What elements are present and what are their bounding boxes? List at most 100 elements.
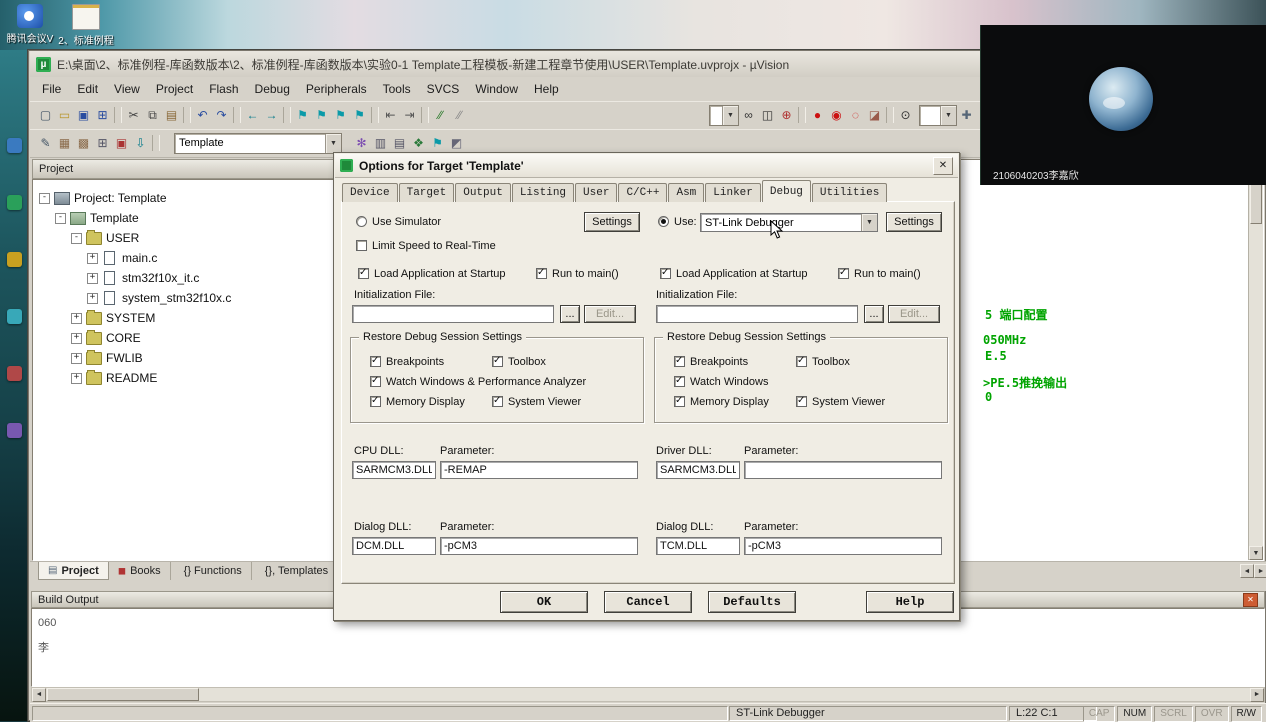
quick-find-combo[interactable] — [709, 104, 739, 126]
chevron-down-icon[interactable] — [722, 105, 738, 125]
books-window-icon[interactable]: ▤ — [390, 134, 409, 152]
incremental-find-icon[interactable]: ⊕ — [777, 106, 796, 124]
debugger-settings-button[interactable]: Settings — [886, 212, 942, 232]
bookmark-next-icon[interactable]: ⚑ — [331, 106, 350, 124]
dialog-tab[interactable]: Output — [455, 183, 511, 202]
menu-item[interactable]: Edit — [69, 79, 106, 99]
menu-item[interactable]: SVCS — [419, 79, 468, 99]
menu-item[interactable]: Help — [526, 79, 567, 99]
paste-icon[interactable]: ▤ — [162, 106, 181, 124]
tree-item[interactable]: - Template — [33, 208, 333, 228]
tree-item[interactable]: + CORE — [33, 328, 333, 348]
tree-item[interactable]: + main.c — [33, 248, 333, 268]
tgt-system-viewer-checkbox[interactable]: System Viewer — [796, 395, 885, 408]
chevron-down-icon[interactable] — [940, 105, 956, 125]
expand-toggle-icon[interactable]: + — [71, 372, 82, 384]
save-icon[interactable]: ▣ — [74, 106, 93, 124]
tree-item[interactable]: + FWLIB — [33, 348, 333, 368]
editor-vscrollbar[interactable] — [1248, 160, 1263, 560]
dock-tab[interactable]: {}, Templates — [252, 562, 339, 580]
sim-run-to-main-checkbox[interactable]: Run to main() — [536, 267, 619, 280]
expand-toggle-icon[interactable]: + — [71, 312, 82, 324]
limit-speed-checkbox[interactable]: Limit Speed to Real-Time — [356, 239, 496, 252]
expand-toggle-icon[interactable]: + — [87, 272, 98, 284]
output-hscrollbar[interactable] — [31, 687, 1265, 702]
cpu-parameter-input[interactable] — [440, 461, 638, 479]
manage-layout-icon[interactable]: ❖ — [409, 134, 428, 152]
tree-item[interactable]: + system_stm32f10x.c — [33, 288, 333, 308]
translate-file-icon[interactable]: ✎ — [36, 134, 55, 152]
menu-item[interactable]: Window — [467, 79, 526, 99]
zoom-icon[interactable]: ⊙ — [896, 106, 915, 124]
tree-item[interactable]: + README — [33, 368, 333, 388]
tree-item[interactable]: + stm32f10x_it.c — [33, 268, 333, 288]
desktop-shortcut-icon[interactable] — [6, 195, 22, 210]
rebuild-icon[interactable]: ▩ — [74, 134, 93, 152]
bookmark-clear-icon[interactable]: ⚑ — [350, 106, 369, 124]
scroll-right-icon[interactable] — [1250, 687, 1264, 702]
expand-toggle-icon[interactable]: + — [87, 292, 98, 304]
menu-item[interactable]: Project — [148, 79, 201, 99]
dialog-titlebar[interactable]: Options for Target 'Template' — [335, 154, 958, 178]
menu-item[interactable]: File — [34, 79, 69, 99]
scroll-down-icon[interactable] — [1249, 546, 1263, 560]
kill-breakpoints-icon[interactable]: ◌ — [846, 106, 865, 124]
cpu-dll-input[interactable] — [352, 461, 436, 479]
desktop-shortcut-tencent-meeting[interactable]: 腾讯会议V — [2, 4, 58, 45]
bookmark-prev-icon[interactable]: ⚑ — [312, 106, 331, 124]
insert-breakpoint-icon[interactable]: ◉ — [827, 106, 846, 124]
dialog-tab[interactable]: Asm — [668, 183, 705, 202]
sim-load-app-checkbox[interactable]: Load Application at Startup — [358, 267, 505, 280]
menu-item[interactable]: Tools — [375, 79, 419, 99]
menu-item[interactable]: Flash — [201, 79, 246, 99]
scroll-right-icon[interactable] — [1254, 564, 1266, 578]
expand-toggle-icon[interactable]: - — [55, 212, 66, 224]
flag-window-icon[interactable]: ⚑ — [428, 134, 447, 152]
driver-dll-input[interactable] — [656, 461, 740, 479]
comment-icon[interactable]: ∕∕ — [431, 106, 450, 124]
sim-dialog-parameter-input[interactable] — [440, 537, 638, 555]
configure-icon[interactable]: ✚ — [957, 106, 976, 124]
expand-toggle-icon[interactable]: + — [71, 332, 82, 344]
dialog-tab[interactable]: Target — [398, 183, 455, 202]
desktop-shortcut-icon[interactable] — [6, 309, 22, 324]
ok-button[interactable]: OK — [500, 591, 588, 613]
download-icon[interactable]: ⇩ — [131, 134, 150, 152]
chevron-down-icon[interactable] — [861, 214, 877, 231]
find-in-files-icon[interactable]: ∞ — [739, 106, 758, 124]
tgt-init-file-input[interactable] — [656, 305, 858, 323]
sim-watch-windows-checkbox[interactable]: Watch Windows & Performance Analyzer — [370, 375, 586, 388]
find-icon[interactable]: ◫ — [758, 106, 777, 124]
tgt-browse-button[interactable]: ... — [864, 305, 884, 323]
dialog-tab[interactable]: User — [575, 183, 618, 202]
tgt-watch-windows-checkbox[interactable]: Watch Windows — [674, 375, 768, 388]
dock-tab[interactable]: ▤ Project — [38, 562, 109, 580]
open-folder-icon[interactable]: ▭ — [55, 106, 74, 124]
close-output-icon[interactable] — [1243, 592, 1258, 607]
expand-toggle-icon[interactable]: + — [87, 252, 98, 264]
sim-system-viewer-checkbox[interactable]: System Viewer — [492, 395, 581, 408]
tree-item[interactable]: + SYSTEM — [33, 308, 333, 328]
navigate-forward-icon[interactable]: → — [262, 106, 281, 124]
start-debug-session-icon[interactable]: ● — [808, 106, 827, 124]
close-icon[interactable] — [933, 156, 953, 175]
tgt-toolbox-checkbox[interactable]: Toolbox — [796, 355, 850, 368]
tgt-breakpoints-checkbox[interactable]: Breakpoints — [674, 355, 748, 368]
expand-toggle-icon[interactable]: + — [71, 352, 82, 364]
sim-browse-button[interactable]: ... — [560, 305, 580, 323]
scroll-left-icon[interactable] — [1240, 564, 1254, 578]
uncomment-icon[interactable]: ∕∕ — [450, 106, 469, 124]
project-tree[interactable]: - Project: Template - Template - USER + … — [32, 179, 334, 561]
sim-init-file-input[interactable] — [352, 305, 554, 323]
dialog-tab[interactable]: C/C++ — [618, 183, 668, 202]
dock-tab[interactable]: ◼ Books — [109, 562, 171, 580]
copy-icon[interactable]: ⧉ — [143, 106, 162, 124]
tgt-dialog-parameter-input[interactable] — [744, 537, 942, 555]
target-options-icon[interactable]: ✻ — [352, 134, 371, 152]
undo-icon[interactable]: ↶ — [193, 106, 212, 124]
bookmark-toggle-icon[interactable]: ⚑ — [293, 106, 312, 124]
desktop-shortcut-examples-folder[interactable]: 2、标准例程 — [58, 4, 114, 47]
navigate-back-icon[interactable]: ← — [243, 106, 262, 124]
dialog-tab[interactable]: Utilities — [811, 183, 888, 202]
simulator-settings-button[interactable]: Settings — [584, 212, 640, 232]
